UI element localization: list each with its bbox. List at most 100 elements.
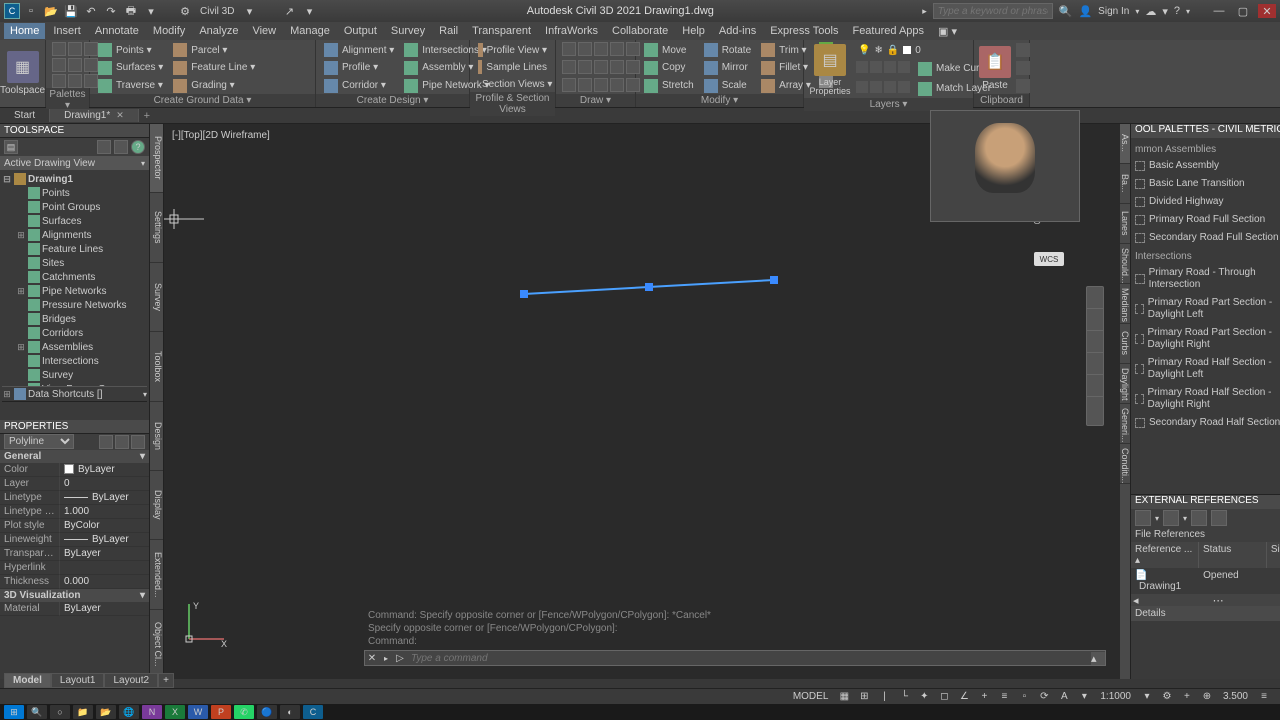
status-track-icon[interactable]: ∠: [956, 690, 972, 704]
properties-selection-combo[interactable]: Polyline: [4, 434, 74, 449]
menu-featured-apps[interactable]: Featured Apps: [846, 23, 930, 39]
draw-tools-grid[interactable]: [562, 42, 640, 94]
nav-zoom-icon[interactable]: [1087, 331, 1103, 353]
profileview-button[interactable]: Profile View ▾: [476, 42, 549, 58]
qat-save-icon[interactable]: 💾: [62, 3, 80, 19]
menu-rail[interactable]: Rail: [433, 23, 464, 39]
corridor-button[interactable]: Corridor ▾: [322, 78, 396, 94]
prop-row-layer[interactable]: Layer0: [0, 477, 149, 491]
menu-analyze[interactable]: Analyze: [193, 23, 244, 39]
palette-vtab-should-[interactable]: Should...: [1120, 244, 1130, 284]
prop-row-plot-style[interactable]: Plot styleByColor: [0, 519, 149, 533]
status-gear-icon[interactable]: ⚙: [1159, 690, 1175, 704]
doc-tab-start[interactable]: Start: [0, 109, 50, 122]
menu-modify[interactable]: Modify: [147, 23, 191, 39]
xref-table[interactable]: Reference ... ▴StatusSize 📄 Drawing1Open…: [1131, 542, 1280, 594]
layer-tool1-icon[interactable]: [856, 61, 868, 73]
task-civil3d-icon[interactable]: C: [303, 705, 323, 719]
status-grid-icon[interactable]: ▦: [836, 690, 852, 704]
layer-tool7-icon[interactable]: [884, 81, 896, 93]
status-anno2-icon[interactable]: ▾: [1076, 690, 1092, 704]
task-chrome-icon[interactable]: 🔵: [257, 705, 277, 719]
featureline-button[interactable]: Feature Line ▾: [171, 60, 257, 76]
props-btn3[interactable]: [131, 435, 145, 449]
parcel-button[interactable]: Parcel ▾: [171, 42, 257, 58]
prop-row-linetype[interactable]: LinetypeByLayer: [0, 491, 149, 505]
menu-transparent[interactable]: Transparent: [466, 23, 537, 39]
task-whatsapp-icon[interactable]: ✆: [234, 705, 254, 719]
menu-express-tools[interactable]: Express Tools: [764, 23, 844, 39]
menu-survey[interactable]: Survey: [385, 23, 431, 39]
menu-view[interactable]: View: [246, 23, 282, 39]
create-design-panel-title[interactable]: Create Design ▾: [316, 94, 469, 107]
layer-tool5-icon[interactable]: [856, 81, 868, 93]
layout2-tab[interactable]: Layout2: [104, 673, 158, 688]
prop-row-linetype-s-[interactable]: Linetype s...1.000: [0, 505, 149, 519]
palette-vtab-medians[interactable]: Medians: [1120, 284, 1130, 324]
palette-vtab-curbs[interactable]: Curbs: [1120, 324, 1130, 364]
new-tab-button[interactable]: +: [139, 110, 155, 122]
palette-item-divided-highway[interactable]: Divided Highway: [1133, 193, 1280, 211]
title-arrow-icon[interactable]: ▸: [922, 6, 927, 17]
task-edge-icon[interactable]: 🌐: [119, 705, 139, 719]
menu-help[interactable]: Help: [676, 23, 711, 39]
vtab-extended-[interactable]: Extended...: [150, 540, 163, 609]
tree-item-point-groups[interactable]: Point Groups: [2, 200, 147, 214]
status-custom-icon[interactable]: ≡: [1256, 690, 1272, 704]
minimize-button[interactable]: —: [1210, 4, 1228, 18]
vtab-survey[interactable]: Survey: [150, 263, 163, 332]
match-props-icon[interactable]: [1016, 79, 1030, 93]
move-button[interactable]: Move: [642, 42, 696, 58]
new-layout-button[interactable]: +: [158, 673, 174, 688]
task-cortana-icon[interactable]: ○: [50, 705, 70, 719]
doc-tab-drawing1[interactable]: Drawing1*✕: [50, 109, 139, 122]
share-drop-icon[interactable]: ▾: [300, 3, 318, 19]
tree-item-catchments[interactable]: Catchments: [2, 270, 147, 284]
status-ortho-icon[interactable]: └: [896, 690, 912, 704]
tree-item-intersections[interactable]: Intersections: [2, 354, 147, 368]
palette-item-primary-road-through-intersection[interactable]: Primary Road - Through Intersection: [1133, 264, 1280, 294]
sectionviews-button[interactable]: Section Views ▾: [476, 76, 549, 92]
layer-properties-icon[interactable]: ▤: [814, 44, 846, 76]
status-dyn-icon[interactable]: +: [976, 690, 992, 704]
alignment-button[interactable]: Alignment ▾: [322, 42, 396, 58]
cmd-customize-icon[interactable]: ▸: [379, 654, 393, 663]
task-search-icon[interactable]: 🔍: [27, 705, 47, 719]
palette-item-secondary-road-full-section[interactable]: Secondary Road Full Section: [1133, 229, 1280, 247]
palette-item-primary-road-half-section-daylight-right[interactable]: Primary Road Half Section - Daylight Rig…: [1133, 384, 1280, 414]
palette-item-basic-assembly[interactable]: Basic Assembly: [1133, 157, 1280, 175]
status-model[interactable]: MODEL: [789, 691, 833, 702]
command-input[interactable]: [407, 653, 1091, 664]
grading-button[interactable]: Grading ▾: [171, 78, 257, 94]
wcs-badge[interactable]: WCS: [1034, 252, 1064, 266]
xref-refresh-icon[interactable]: [1163, 510, 1179, 526]
vtab-display[interactable]: Display: [150, 471, 163, 540]
status-osnap-icon[interactable]: ◻: [936, 690, 952, 704]
menu-home[interactable]: Home: [4, 23, 45, 39]
props-btn2[interactable]: [115, 435, 129, 449]
vtab-design[interactable]: Design: [150, 402, 163, 471]
palette-item-primary-road-half-section-daylight-left[interactable]: Primary Road Half Section - Daylight Lef…: [1133, 354, 1280, 384]
prop-row-material[interactable]: MaterialByLayer: [0, 602, 149, 616]
prop-row-hyperlink[interactable]: Hyperlink: [0, 561, 149, 575]
cut-icon[interactable]: [1016, 43, 1030, 57]
points-button[interactable]: Points ▾: [96, 42, 165, 58]
rotate-button[interactable]: Rotate: [702, 42, 753, 58]
status-cycle-icon[interactable]: ⟳: [1036, 690, 1052, 704]
task-ppt-icon[interactable]: P: [211, 705, 231, 719]
tree-item-alignments[interactable]: ⊞Alignments: [2, 228, 147, 242]
palette-item-primary-road-part-section-daylight-right[interactable]: Primary Road Part Section - Daylight Rig…: [1133, 324, 1280, 354]
menu-output[interactable]: Output: [338, 23, 383, 39]
prop-row-lineweight[interactable]: LineweightByLayer: [0, 533, 149, 547]
tree-item-surfaces[interactable]: Surfaces: [2, 214, 147, 228]
tree-item-feature-lines[interactable]: Feature Lines: [2, 242, 147, 256]
menu-infraworks[interactable]: InfraWorks: [539, 23, 604, 39]
close-button[interactable]: ✕: [1258, 4, 1276, 18]
nav-show-icon[interactable]: [1087, 375, 1103, 397]
prop-row-thickness[interactable]: Thickness0.000: [0, 575, 149, 589]
palette-vtab-as-[interactable]: As...: [1120, 124, 1130, 164]
menu-annotate[interactable]: Annotate: [89, 23, 145, 39]
maximize-button[interactable]: ▢: [1234, 4, 1252, 18]
vtab-prospector[interactable]: Prospector: [150, 124, 163, 193]
traverse-button[interactable]: Traverse ▾: [96, 78, 165, 94]
